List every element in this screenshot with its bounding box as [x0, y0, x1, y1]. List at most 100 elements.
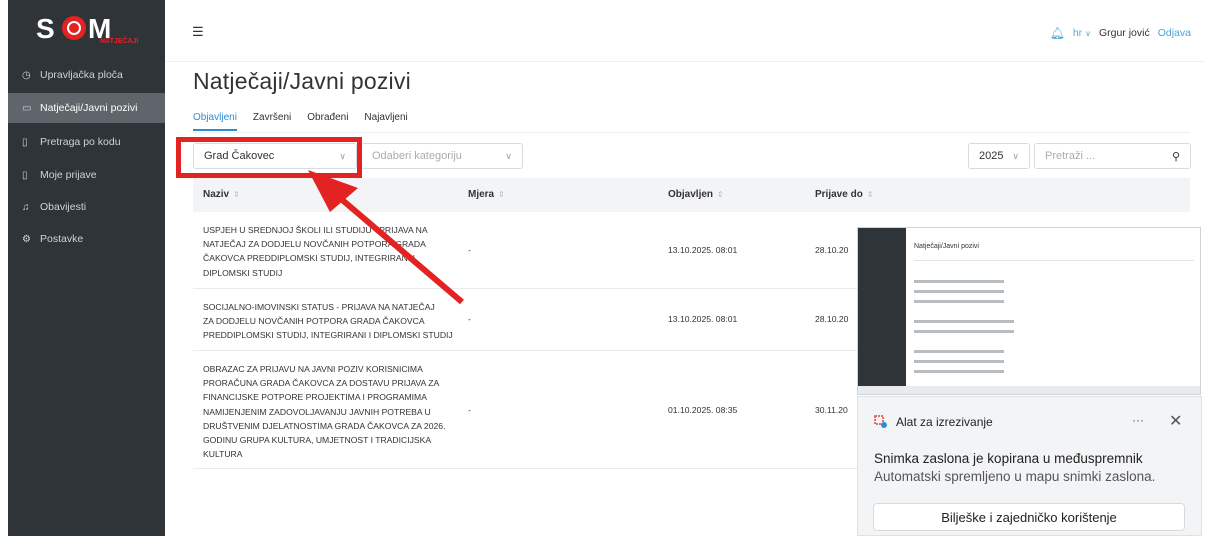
row-name-line: PREDDIPLOMSKI STUDIJ, INTEGRIRANI I DIPL… — [203, 330, 453, 341]
notification-header: Alat za izrezivanje — [874, 415, 993, 429]
row-name-line: ZA DODJELU NOVČANIH POTPORA GRADA ČAKOVC… — [203, 316, 425, 327]
thumbnail-line — [914, 260, 1194, 261]
menu-toggle-icon[interactable]: ☰ — [192, 24, 204, 40]
row-name-line: FINANCIJSKE POTPORE PROJEKTIMA I PROGRAM… — [203, 392, 427, 403]
page-title: Natječaji/Javni pozivi — [193, 68, 411, 94]
logo-text: NATJEČAJI — [100, 38, 139, 45]
notification-app-name: Alat za izrezivanje — [896, 415, 993, 429]
sidebar-item-postavke[interactable]: ⚙ Postavke — [8, 224, 165, 254]
row-objavljen: 13.10.2025. 08:01 — [668, 245, 738, 255]
chevron-down-icon: ∨ — [1085, 29, 1091, 38]
username[interactable]: Grgur jović — [1099, 27, 1150, 39]
column-label: Prijave do — [815, 189, 863, 200]
category-select-placeholder: Odaberi kategoriju — [372, 150, 462, 162]
gear-icon: ⚙ — [22, 233, 31, 245]
column-header-mjera[interactable]: Mjera ⇕ — [468, 189, 505, 200]
language-value: hr — [1072, 27, 1083, 39]
row-name-line: DRUŠTVENIM DJELATNOSTIMA GRADA ČAKOVCA Z… — [203, 420, 446, 431]
thumbnail-line — [914, 320, 1014, 323]
chevron-down-icon: ∨ — [505, 150, 512, 161]
column-label: Objavljen — [668, 189, 714, 200]
row-name: SOCIJALNO-IMOVINSKI STATUS - PRIJAVA NA … — [203, 300, 461, 343]
tab-najavljeni[interactable]: Najavljeni — [364, 112, 407, 131]
snipping-notification: Alat za izrezivanje ··· ✕ Snimka zaslona… — [857, 396, 1202, 536]
bell-icon: ♫ — [22, 201, 30, 213]
row-name-line: DIPLOMSKI STUDIJ — [203, 267, 283, 278]
tab-obradeni[interactable]: Obrađeni — [307, 112, 348, 131]
row-name-line: GODINU GRUPA KULTURA, UMJETNOST I TRADIC… — [203, 435, 432, 446]
notification-body: Automatski spremljeno u mapu snimki zasl… — [874, 469, 1156, 484]
sidebar-item-obavijesti[interactable]: ♫ Obavijesti — [8, 192, 165, 222]
language-select[interactable]: hr ∨ — [1073, 27, 1091, 39]
row-objavljen: 13.10.2025. 08:01 — [668, 314, 738, 324]
notes-and-share-button[interactable]: Bilješke i zajedničko korištenje — [873, 503, 1185, 531]
thumbnail-line — [914, 350, 1004, 353]
sidebar-item-label: Postavke — [40, 233, 84, 245]
year-select[interactable]: 2025 ∨ — [968, 143, 1030, 169]
column-header-prijave-do[interactable]: Prijave do ⇕ — [815, 189, 874, 200]
sidebar-item-label: Natječaji/Javni pozivi — [40, 102, 138, 114]
sort-icon: ⇕ — [233, 190, 240, 199]
thumbnail-line — [914, 370, 1004, 373]
svg-text:S: S — [36, 13, 55, 44]
document-icon: ▯ — [22, 136, 28, 148]
column-label: Naziv — [203, 189, 230, 200]
tabs: Objavljeni Završeni Obrađeni Najavljeni — [193, 112, 408, 131]
sort-icon: ⇕ — [498, 190, 505, 199]
year-select-value: 2025 — [979, 150, 1004, 162]
sort-icon: ⇕ — [717, 190, 724, 199]
row-prijave-do: 30.11.20 — [815, 405, 848, 415]
category-select[interactable]: Odaberi kategoriju ∨ — [361, 143, 523, 169]
thumbnail-line — [914, 360, 1004, 363]
row-name-line: ČAKOVCA PREDDIPLOMSKI STUDIJ, INTEGRIRAN… — [203, 253, 416, 264]
row-name-line: SOCIJALNO-IMOVINSKI STATUS - PRIJAVA NA … — [203, 302, 435, 312]
app-root: S M NATJEČAJI ◷ Upravljačka ploča ▭ Natj… — [0, 0, 1213, 536]
thumbnail-line — [914, 300, 1004, 303]
row-name-line: USPJEH U SREDNJOJ ŠKOLI ILI STUDIJU - PR… — [203, 225, 428, 235]
sidebar-item-upravljacka-ploca[interactable]: ◷ Upravljačka ploča — [8, 60, 165, 90]
notification-title: Snimka zaslona je kopirana u međuspremni… — [874, 451, 1143, 466]
row-prijave-do: 28.10.20 — [815, 314, 849, 324]
column-header-naziv[interactable]: Naziv ⇕ — [203, 189, 240, 200]
row-name-line: PRORAČUNA GRADA ČAKOVCA ZA DOSTAVU PRIJA… — [203, 378, 440, 389]
row-mjera: - — [468, 245, 471, 255]
dashboard-icon: ◷ — [22, 69, 31, 81]
row-name-line: KULTURA — [203, 449, 243, 460]
thumbnail-line — [914, 330, 1014, 333]
tab-objavljeni[interactable]: Objavljeni — [193, 112, 237, 131]
column-label: Mjera — [468, 189, 495, 200]
search-input[interactable]: Pretraži ... ⚲ — [1034, 143, 1191, 169]
search-icon[interactable]: ⚲ — [1172, 150, 1180, 163]
sidebar-item-label: Upravljačka ploča — [40, 69, 123, 81]
notification-bell-icon[interactable]: 🔔︎ — [1050, 26, 1065, 40]
sidebar-item-label: Moje prijave — [40, 169, 97, 181]
row-objavljen: 01.10.2025. 08:35 — [668, 405, 738, 415]
row-name-line: NAMIJENJENIM ZADOVOLJAVANJU JAVNIH POTRE… — [203, 406, 431, 417]
tabs-divider — [193, 132, 1190, 133]
sidebar-item-moje-prijave[interactable]: ▯ Moje prijave — [8, 160, 165, 190]
annotation-highlight-box — [176, 137, 362, 178]
row-name-line: NATJEČAJ ZA DODJELU NOVČANIH POTPORA GRA… — [203, 239, 426, 250]
more-options-icon[interactable]: ··· — [1132, 413, 1144, 427]
chevron-down-icon: ∨ — [1012, 150, 1019, 161]
sidebar-item-pretraga[interactable]: ▯ Pretraga po kodu — [8, 127, 165, 157]
thumbnail-taskbar — [858, 386, 1200, 394]
app-logo[interactable]: S M NATJEČAJI — [34, 10, 144, 50]
column-header-objavljen[interactable]: Objavljen ⇕ — [668, 189, 724, 200]
table-header: Naziv ⇕ Mjera ⇕ Objavljen ⇕ Prijave do ⇕ — [193, 178, 1190, 212]
sidebar-item-natjecaji[interactable]: ▭ Natječaji/Javni pozivi — [8, 93, 165, 123]
row-prijave-do: 28.10.20 — [815, 245, 849, 255]
top-bar: ☰ 🔔︎ hr ∨ Grgur jović Odjava — [165, 0, 1205, 62]
tab-zavrseni[interactable]: Završeni — [253, 112, 291, 131]
sidebar-item-label: Obavijesti — [40, 201, 87, 213]
user-menu: 🔔︎ hr ∨ Grgur jović Odjava — [1050, 26, 1191, 40]
sort-icon: ⇕ — [866, 190, 874, 199]
thumbnail-line — [914, 280, 1004, 283]
close-icon[interactable]: ✕ — [1169, 411, 1182, 431]
document-icon: ▯ — [22, 169, 28, 181]
sidebar: S M NATJEČAJI ◷ Upravljačka ploča ▭ Natj… — [8, 0, 165, 536]
logout-link[interactable]: Odjava — [1158, 27, 1191, 39]
row-name-line: OBRAZAC ZA PRIJAVU NA JAVNI POZIV KORISN… — [203, 364, 423, 374]
screenshot-thumbnail[interactable]: Natječaji/Javni pozivi — [857, 227, 1201, 395]
row-mjera: - — [468, 405, 471, 415]
